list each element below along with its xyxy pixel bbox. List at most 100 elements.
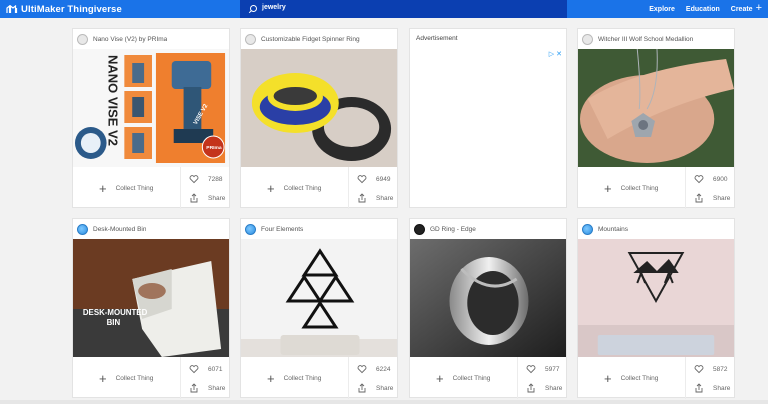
plus-icon: +: [99, 370, 107, 386]
like-button[interactable]: 6071: [189, 363, 222, 375]
thing-card[interactable]: Desk-Mounted Bin DESK-MOUNTED BIN + Coll…: [72, 218, 230, 399]
share-button[interactable]: Share: [526, 382, 562, 394]
collect-label: Collect Thing: [283, 184, 322, 192]
card-title[interactable]: Nano Vise (V2) by PRIma: [93, 36, 167, 43]
nav-create[interactable]: Create +: [730, 3, 762, 14]
card-title[interactable]: Desk-Mounted Bin: [93, 226, 146, 233]
nav-education[interactable]: Education: [686, 6, 720, 13]
card-actions: 6224 Share: [349, 357, 399, 399]
thing-card[interactable]: Customizable Fidget Spinner Ring + Colle…: [240, 28, 398, 209]
share-button[interactable]: Share: [694, 192, 730, 204]
thing-thumbnail[interactable]: [410, 239, 566, 357]
thing-card[interactable]: GD Ring - Edge + Collect Thing 5977 Shar…: [409, 218, 568, 399]
plus-icon: +: [604, 180, 612, 196]
adchoices-icon[interactable]: ▷ ✕: [549, 50, 562, 58]
thing-thumbnail[interactable]: [578, 49, 734, 167]
like-button[interactable]: 6949: [357, 173, 390, 185]
like-count: 6224: [376, 365, 391, 373]
brand-logo[interactable]: UltiMaker Thingiverse: [6, 2, 122, 16]
search-input[interactable]: jewelry: [262, 4, 286, 11]
thing-card[interactable]: Witcher III Wolf School Medallion + Coll…: [577, 28, 735, 209]
heart-icon: [694, 175, 704, 184]
collect-label: Collect Thing: [620, 184, 659, 192]
heart-icon: [694, 365, 704, 374]
card-title[interactable]: Customizable Fidget Spinner Ring: [261, 36, 360, 43]
share-icon: [695, 193, 703, 203]
ultimaker-logo-icon: [6, 4, 18, 13]
thing-thumbnail[interactable]: NANO VISE V2 VISE V2 PRIma: [73, 49, 229, 167]
like-button[interactable]: 6900: [694, 173, 727, 185]
share-button[interactable]: Share: [189, 192, 225, 204]
plus-icon: +: [99, 180, 107, 196]
collect-thing-button[interactable]: + Collect Thing: [241, 357, 349, 399]
share-label: Share: [376, 194, 394, 202]
collect-thing-button[interactable]: + Collect Thing: [241, 167, 349, 209]
card-header: GD Ring - Edge: [410, 219, 566, 239]
avatar[interactable]: [77, 33, 88, 45]
thing-card[interactable]: Nano Vise (V2) by PRIma NANO VISE V2 VIS…: [72, 28, 230, 209]
thing-card[interactable]: Four Elements + Collect Thing 6224 Share: [240, 218, 399, 399]
advertisement-slot[interactable]: Advertisement ▷ ✕: [409, 28, 567, 208]
like-count: 6071: [208, 365, 223, 373]
share-label: Share: [713, 194, 731, 202]
like-count: 5872: [713, 365, 728, 373]
share-icon: [358, 193, 366, 203]
share-label: Share: [208, 194, 226, 202]
collect-thing-button[interactable]: + Collect Thing: [73, 357, 181, 399]
four-elements-image: [241, 239, 397, 357]
like-button[interactable]: 7288: [189, 173, 222, 185]
card-footer: + Collect Thing 6949 Share: [241, 167, 397, 209]
card-header: Customizable Fidget Spinner Ring: [241, 29, 397, 49]
card-title[interactable]: GD Ring - Edge: [430, 226, 476, 233]
card-footer: + Collect Thing 5872 Share: [578, 357, 734, 399]
medallion-image: [578, 49, 734, 167]
top-nav: Explore Education Create +: [649, 0, 762, 18]
avatar[interactable]: [245, 33, 256, 45]
plus-icon: +: [604, 370, 612, 386]
search-bar[interactable]: jewelry: [240, 0, 567, 18]
collect-thing-button[interactable]: + Collect Thing: [410, 357, 518, 399]
collect-thing-button[interactable]: + Collect Thing: [73, 167, 181, 209]
spinner-ring-image: [241, 49, 397, 167]
thing-thumbnail[interactable]: DESK-MOUNTED BIN: [73, 239, 229, 357]
thing-thumbnail[interactable]: [241, 239, 397, 357]
avatar[interactable]: [77, 223, 88, 235]
card-actions: 5977 Share: [518, 357, 568, 399]
nav-explore[interactable]: Explore: [649, 6, 675, 13]
share-button[interactable]: Share: [357, 192, 393, 204]
thing-card[interactable]: Mountains + Collect Thing 5872 Share: [577, 218, 735, 399]
collect-thing-button[interactable]: + Collect Thing: [578, 167, 686, 209]
card-title[interactable]: Witcher III Wolf School Medallion: [598, 36, 693, 43]
share-icon: [695, 383, 703, 393]
heart-icon: [189, 365, 199, 374]
like-button[interactable]: 5977: [526, 363, 559, 375]
avatar[interactable]: [582, 33, 593, 45]
collect-label: Collect Thing: [452, 374, 491, 382]
card-title[interactable]: Four Elements: [261, 226, 303, 233]
gd-ring-image: [410, 239, 566, 357]
card-header: Nano Vise (V2) by PRIma: [73, 29, 229, 49]
thing-thumbnail[interactable]: [578, 239, 734, 357]
like-count: 7288: [208, 175, 223, 183]
collect-label: Collect Thing: [115, 374, 154, 382]
like-button[interactable]: 6224: [357, 363, 390, 375]
avatar[interactable]: [414, 223, 425, 235]
collect-label: Collect Thing: [115, 184, 154, 192]
share-icon: [527, 383, 535, 393]
card-header: Witcher III Wolf School Medallion: [578, 29, 734, 49]
like-count: 6949: [376, 175, 391, 183]
plus-icon: +: [267, 180, 275, 196]
avatar[interactable]: [582, 223, 593, 235]
share-button[interactable]: Share: [189, 382, 225, 394]
advertisement-label: Advertisement: [416, 35, 458, 42]
avatar[interactable]: [245, 223, 256, 235]
nav-create-label: Create: [730, 5, 753, 13]
share-icon: [190, 383, 198, 393]
like-button[interactable]: 5872: [694, 363, 727, 375]
thing-thumbnail[interactable]: [241, 49, 397, 167]
heart-icon: [189, 175, 199, 184]
share-button[interactable]: Share: [694, 382, 730, 394]
card-title[interactable]: Mountains: [598, 226, 628, 233]
share-button[interactable]: Share: [357, 382, 393, 394]
collect-thing-button[interactable]: + Collect Thing: [578, 357, 686, 399]
